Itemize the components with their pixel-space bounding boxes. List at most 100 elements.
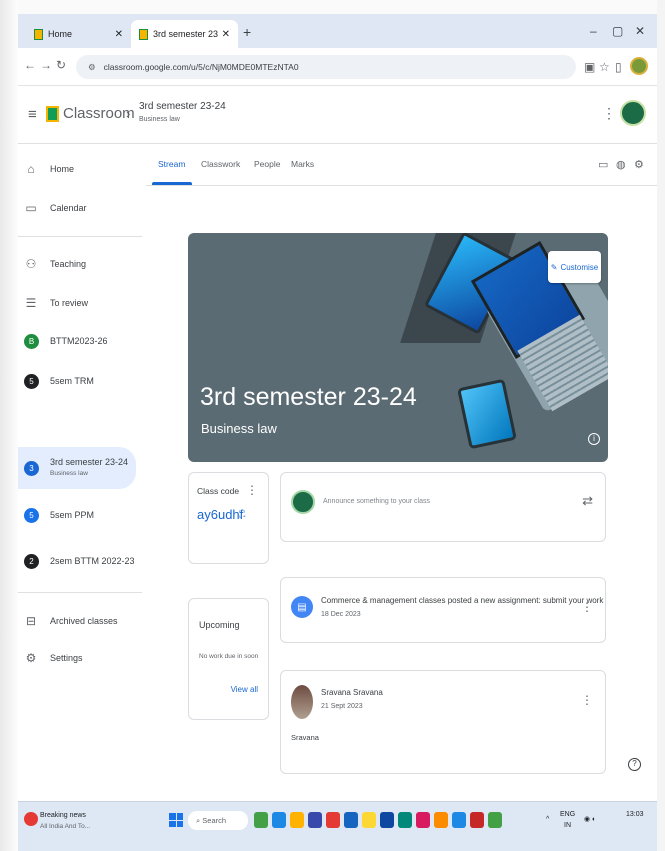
url-input[interactable]: ⚙ classroom.google.com/u/5/c/NjM0MDE0MTEz…: [76, 55, 576, 79]
fullscreen-icon[interactable]: ⛶: [239, 509, 245, 520]
clock-time[interactable]: 13:03: [626, 811, 644, 818]
cast-icon[interactable]: ▣: [584, 60, 595, 74]
taskbar-app-icon[interactable]: [308, 812, 322, 828]
wifi-volume-icon[interactable]: ◉ ◐: [584, 815, 596, 823]
class-avatar: 5: [24, 507, 39, 523]
more-vert-icon[interactable]: ⋮: [581, 693, 593, 707]
chevron-up-icon[interactable]: ^: [546, 816, 549, 823]
post-message: Sravana: [291, 733, 319, 742]
windows-start-icon[interactable]: [169, 813, 183, 827]
taskbar-app-icon[interactable]: [272, 812, 286, 828]
maximize-icon[interactable]: ▢: [612, 24, 623, 38]
info-icon[interactable]: i: [588, 433, 600, 445]
taskbar-app-icon[interactable]: [344, 812, 358, 828]
upcoming-note: No work due in soon: [199, 653, 259, 660]
taskbar-app-icon[interactable]: [326, 812, 340, 828]
language-indicator[interactable]: ENG: [560, 811, 575, 818]
class-title: 3rd semester 23-24: [139, 101, 226, 112]
language-sub: IN: [564, 822, 571, 829]
taskbar-app-icon[interactable]: [290, 812, 304, 828]
upcoming-card: Upcoming No work due in soon View all: [188, 598, 269, 720]
back-icon[interactable]: ←: [24, 58, 36, 72]
post-author: Sravana Sravana: [321, 688, 383, 697]
sidebar-item-archived[interactable]: ⊟ Archived classes: [18, 604, 136, 638]
customise-label: Customise: [560, 262, 599, 272]
avatar: [291, 490, 315, 514]
taskbar-app-icon[interactable]: [488, 812, 502, 828]
sidebar-item-class-2sem[interactable]: 2 2sem BTTM 2022-23: [18, 544, 136, 578]
sidebar-item-class-trm[interactable]: 5 5sem TRM: [18, 364, 136, 398]
taskbar-app-icon[interactable]: [416, 812, 430, 828]
drive-folder-icon[interactable]: ◍: [616, 158, 626, 171]
sidebar-item-class-current[interactable]: 3 3rd semester 23-24 Business law: [18, 447, 136, 489]
sidebar-item-home[interactable]: ⌂ Home: [18, 152, 136, 186]
taskbar-app-icon[interactable]: [452, 812, 466, 828]
repost-icon[interactable]: ⇄: [582, 493, 593, 509]
close-icon[interactable]: ✕: [115, 29, 123, 40]
review-icon: ☰: [25, 296, 37, 310]
more-vert-icon[interactable]: ⋮: [581, 600, 593, 614]
gear-icon: ⚙: [25, 651, 37, 665]
sidebar-item-label: Archived classes: [50, 616, 118, 626]
forward-icon[interactable]: →: [40, 58, 52, 72]
browser-tab-home[interactable]: Home ✕: [26, 20, 131, 48]
brand-name[interactable]: Classroom: [63, 105, 135, 122]
tab-people[interactable]: People: [254, 159, 280, 169]
search-label: Search: [202, 816, 227, 825]
profile-avatar[interactable]: [630, 57, 648, 75]
site-info-icon[interactable]: ⚙: [88, 62, 96, 72]
settings-icon[interactable]: ⚙: [634, 158, 644, 171]
new-tab-icon[interactable]: +: [243, 24, 251, 40]
main-menu-icon[interactable]: ≡: [28, 106, 37, 123]
help-icon[interactable]: ?: [628, 758, 641, 771]
post-date: 18 Dec 2023: [321, 611, 361, 618]
bookmark-star-icon[interactable]: ☆: [599, 60, 610, 74]
taskbar-app-icon[interactable]: [362, 812, 376, 828]
sidebar-item-calendar[interactable]: ▭ Calendar: [18, 191, 136, 225]
sidebar-item-class-bttm[interactable]: B BTTM2023-26: [18, 324, 136, 358]
home-icon: ⌂: [27, 162, 35, 176]
taskbar-app-icon[interactable]: [470, 812, 484, 828]
view-all-link[interactable]: View all: [231, 685, 258, 694]
tab-marks[interactable]: Marks: [291, 159, 314, 169]
tab-title: 3rd semester 23-24 Business la: [153, 29, 218, 39]
minimize-icon[interactable]: –: [590, 24, 597, 38]
calendar-icon[interactable]: ▭: [598, 158, 608, 171]
sidebar-item-label: To review: [50, 298, 89, 308]
reload-icon[interactable]: ↻: [56, 58, 66, 72]
tab-classwork[interactable]: Classwork: [201, 159, 240, 169]
taskbar-search[interactable]: ⌕ Search: [188, 811, 248, 830]
photo-frame-left: [0, 0, 18, 851]
class-avatar: B: [24, 333, 39, 349]
sidebar-item-settings[interactable]: ⚙ Settings: [18, 641, 136, 675]
app-header: ≡ Classroom › 3rd semester 23-24 Busines…: [18, 86, 657, 144]
sidebar-item-to-review[interactable]: ☰ To review: [18, 286, 136, 320]
classroom-logo[interactable]: [46, 106, 59, 122]
news-title[interactable]: Breaking news: [40, 812, 86, 819]
classroom-favicon-icon: [34, 28, 43, 40]
stream-post-assignment[interactable]: ▤ Commerce & management classes posted a…: [280, 577, 606, 643]
news-widget-icon[interactable]: [24, 812, 38, 826]
window-close-icon[interactable]: ✕: [635, 24, 645, 38]
announce-input[interactable]: Announce something to your class: [323, 498, 430, 505]
class-code-value: ay6udhf: [197, 507, 244, 522]
account-avatar[interactable]: [620, 100, 646, 126]
more-vert-icon[interactable]: ⋮: [246, 483, 258, 497]
announce-card[interactable]: Announce something to your class ⇄: [280, 472, 606, 542]
taskbar-app-icon[interactable]: [434, 812, 448, 828]
taskbar-app-icon[interactable]: [254, 812, 268, 828]
tab-stream[interactable]: Stream: [158, 159, 185, 169]
taskbar-app-icon[interactable]: [380, 812, 394, 828]
sidebar-item-teaching[interactable]: ⚇ Teaching: [18, 247, 136, 281]
taskbar-app-icon[interactable]: [398, 812, 412, 828]
extensions-icon[interactable]: ▯: [615, 60, 622, 74]
archive-icon: ⊟: [25, 614, 37, 628]
close-icon[interactable]: ✕: [222, 29, 230, 40]
customise-button[interactable]: ✎ Customise: [548, 251, 601, 283]
assignment-icon: ▤: [291, 596, 313, 618]
browser-tab-class[interactable]: 3rd semester 23-24 Business la ✕: [131, 20, 238, 48]
post-title[interactable]: Commerce & management classes posted a n…: [321, 596, 603, 605]
sidebar-item-label: BTTM2023-26: [50, 336, 108, 346]
upcoming-title: Upcoming: [199, 620, 240, 630]
sidebar-item-class-ppm[interactable]: 5 5sem PPM: [18, 498, 136, 532]
